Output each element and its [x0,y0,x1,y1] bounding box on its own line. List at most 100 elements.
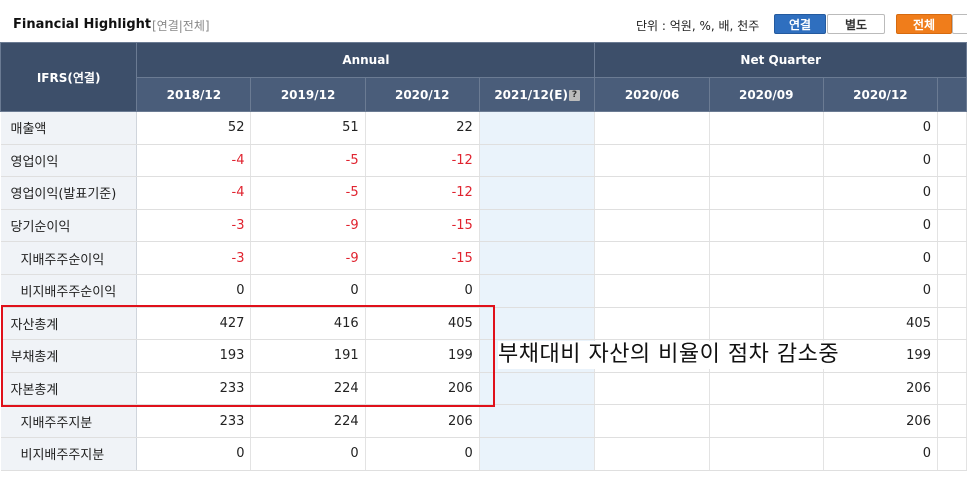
table-cell: 233 [136,372,252,406]
all-button[interactable]: 전체 [896,14,952,34]
row-label[interactable]: 지배주주지분 [0,404,138,438]
table-cell: 206 [823,372,938,406]
table-cell [937,339,967,373]
table-cell: 0 [823,144,938,178]
table-cell: -12 [365,176,480,210]
table-cell: 427 [136,307,252,341]
table-cell: 0 [823,209,938,243]
unit-label: 단위 : 억원, %, 배, 천주 [636,19,760,33]
next-button[interactable] [952,14,967,34]
row-label[interactable]: 매출액 [0,111,138,145]
table-cell [479,274,596,308]
table-cell: 0 [136,437,252,471]
table-cell: 193 [136,339,252,373]
table-cell: 0 [250,437,366,471]
row-label[interactable]: 부채총계 [0,339,138,373]
section-subtitle: [연결|전체] [152,19,210,33]
table-cell: 233 [136,404,252,438]
table-cell [479,176,596,210]
table-cell [937,176,967,210]
help-icon[interactable]: ? [568,89,580,101]
table-cell [479,437,596,471]
table-cell: -9 [250,241,366,275]
table-cell: -3 [136,241,252,275]
row-label[interactable]: 자본총계 [0,372,138,406]
quarter-group-header: Net Quarter [594,42,967,78]
consolidated-button[interactable]: 연결 [774,14,826,34]
column-header: 2020/12 [822,77,938,112]
table-cell: 191 [250,339,366,373]
table-cell: -4 [136,144,252,178]
table-cell [594,404,710,438]
table-cell: -4 [136,176,252,210]
corner-header: IFRS(연결) [0,42,138,112]
column-header [936,77,967,112]
annotation-text: 부채대비 자산의 비율이 점차 감소중 [498,341,840,369]
row-label[interactable]: 영업이익(발표기준) [0,176,138,210]
table-cell [937,144,967,178]
table-cell [937,111,967,145]
table-cell: 51 [250,111,366,145]
row-label[interactable]: 영업이익 [0,144,138,178]
section-title: Financial Highlight [13,17,152,32]
table-cell: 0 [365,274,480,308]
table-cell: 22 [365,111,480,145]
table-cell: 0 [823,111,938,145]
table-cell [937,209,967,243]
table-cell [709,307,824,341]
table-cell: 405 [823,307,938,341]
table-cell [709,241,824,275]
table-row: 지배주주순이익 -3 -9 -15 0 [0,241,967,275]
table-cell: 0 [365,437,480,471]
table-cell [479,404,596,438]
table-cell: 206 [365,372,480,406]
table-row: 비지배주주지분 0 0 0 0 [0,437,967,471]
table-cell [937,437,967,471]
row-label[interactable]: 비지배주주순이익 [0,274,138,308]
table-cell: 0 [823,241,938,275]
table-cell: 206 [365,404,480,438]
table-cell: -12 [365,144,480,178]
column-header: 2018/12 [136,77,252,112]
table-row: 매출액 52 51 22 0 [0,111,967,145]
row-label[interactable]: 자산총계 [0,307,138,341]
table-cell [479,209,596,243]
table-cell: 0 [823,176,938,210]
table-cell [709,404,824,438]
table-row: 자본총계 233 224 206 206 [0,372,967,406]
financial-table: IFRS(연결) Annual Net Quarter 2018/12 2019… [0,42,967,471]
table-cell: 405 [365,307,480,341]
table-cell [594,111,710,145]
table-cell [479,372,596,406]
table-cell: 0 [250,274,366,308]
column-header: 2020/12 [364,77,480,112]
table-cell [479,111,596,145]
table-cell [479,241,596,275]
table-cell: 416 [250,307,366,341]
table-cell [709,372,824,406]
table-cell [937,404,967,438]
table-cell [479,144,596,178]
column-header-estimate: 2021/12(E)? [478,77,596,112]
table-cell: -5 [250,176,366,210]
table-cell: -15 [365,241,480,275]
table-cell [709,176,824,210]
table-cell [594,176,710,210]
row-label[interactable]: 비지배주주지분 [0,437,138,471]
table-cell [594,241,710,275]
table-row: 영업이익(발표기준) -4 -5 -12 0 [0,176,967,210]
table-cell [709,274,824,308]
table-cell: 224 [250,404,366,438]
row-label[interactable]: 지배주주순이익 [0,241,138,275]
annual-group-header: Annual [136,42,596,78]
table-cell [594,144,710,178]
column-header: 2020/06 [594,77,710,112]
table-row: 지배주주지분 233 224 206 206 [0,404,967,438]
table-cell: -5 [250,144,366,178]
row-label[interactable]: 당기순이익 [0,209,138,243]
table-cell [594,372,710,406]
separate-button[interactable]: 별도 [827,14,885,34]
column-header: 2020/09 [708,77,824,112]
column-header: 2019/12 [250,77,366,112]
table-cell: -9 [250,209,366,243]
